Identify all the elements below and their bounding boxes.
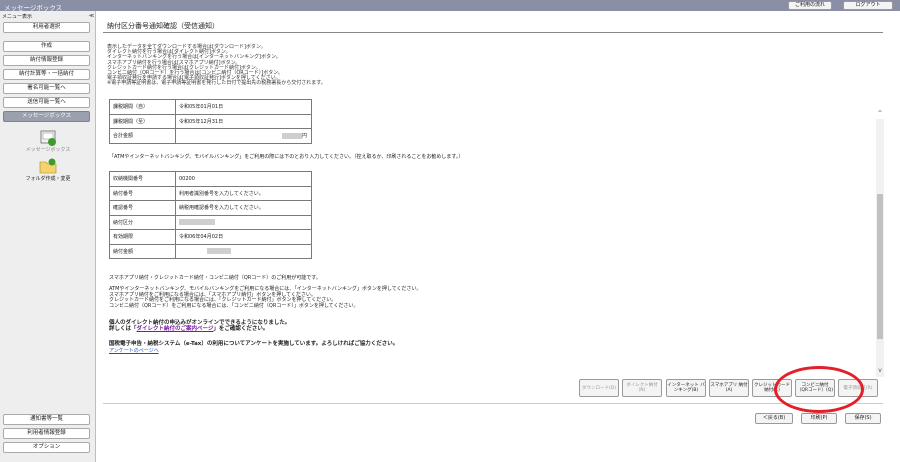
notice-text: 」をご確認ください。: [213, 326, 269, 332]
table-cell-value: 令和06年04月02日: [175, 229, 312, 245]
tax-period-table: 課税期間（自） 令和05年01月01日 課税期間（至） 令和05年12月31日 …: [109, 99, 312, 144]
available-methods-note: スマホアプリ納付・クレジットカード納付・コンビニ納付（QRコード）のご利用が可能…: [109, 275, 321, 281]
sidebar-item-message-box[interactable]: メッセージボックス: [3, 111, 90, 122]
divider: [103, 403, 883, 404]
sidebar-item-notice-list[interactable]: 通知書等一覧: [3, 414, 90, 425]
folder-icon-label: フォルダ作成・変更: [25, 176, 71, 182]
download-button[interactable]: ダウンロード(D): [579, 379, 619, 397]
internet-banking-button[interactable]: インターネット バンキング(B): [666, 379, 706, 397]
table-cell-label: 有効期限: [109, 229, 176, 245]
table-row: 納付金額: [109, 243, 312, 259]
masked-value: [207, 248, 231, 254]
table-cell-value: 令和05年01月01日: [175, 99, 312, 115]
table-row: 合計金額 円: [109, 128, 312, 144]
usage-guide-button[interactable]: ご利用の流れ: [788, 1, 832, 10]
instructions: 表示したデータを全てダウンロードする場合は[ダウンロード]ボタン。 ダイレクト納…: [107, 44, 326, 87]
sidebar-item-user-info[interactable]: 利用者情報登録: [3, 428, 90, 439]
top-bar: メッセージボックス ご利用の流れ ログアウト: [0, 0, 900, 12]
atm-note: 「ATMやインターネットバンキング、モバイルバンキング」をご利用の際には下のとお…: [109, 154, 464, 160]
print-button[interactable]: 印刷(P): [801, 413, 837, 424]
e-receipt-button[interactable]: 電子領収証(R): [838, 379, 878, 397]
table-row: 課税期間（自） 令和05年01月01日: [109, 99, 312, 115]
page-title: 納付区分番号通知確認（受信通知）: [107, 22, 219, 30]
masked-value: [179, 219, 215, 225]
table-cell-label: 課税期間（至）: [109, 113, 176, 129]
table-cell-label: 収納機関番号: [109, 171, 176, 187]
table-cell-value: 00200: [175, 171, 312, 187]
convenience-store-payment-button[interactable]: コンビニ納付 （QRコード）(Q): [795, 379, 835, 397]
sidebar-item-sendable-list[interactable]: 送信可能一覧へ: [3, 97, 90, 108]
table-row: 納付番号 利用者識別番号を入力してください。: [109, 185, 312, 201]
table-cell-label: 確認番号: [109, 200, 176, 216]
table-cell-label: 納付区分: [109, 214, 176, 230]
logout-button[interactable]: ログアウト: [843, 1, 893, 10]
table-cell-label: 合計金額: [109, 128, 176, 144]
table-row: 収納機関番号 00200: [109, 171, 312, 187]
vertical-scrollbar[interactable]: ^ v: [876, 110, 884, 377]
menu-label: メニュー表示: [2, 14, 33, 20]
total-amount-cell: 円: [175, 128, 312, 144]
sidebar-item-payment-registration[interactable]: 納付情報登録: [3, 55, 90, 66]
table-cell-label: 課税期間（自）: [109, 99, 176, 115]
scroll-up-icon[interactable]: ^: [876, 110, 884, 117]
folder-icon[interactable]: [38, 156, 58, 176]
table-row: 納付区分: [109, 214, 312, 230]
message-box-icon-label: メッセージボックス: [25, 147, 71, 153]
payment-category-cell: [175, 214, 312, 230]
sidebar-item-user-select[interactable]: 利用者選択: [3, 22, 90, 33]
scroll-thumb[interactable]: [877, 194, 883, 339]
table-cell-value: 令和05年12月31日: [175, 113, 312, 129]
credit-card-payment-button[interactable]: クレジットカード 納付(C): [752, 379, 792, 397]
instruction-line: ※電子申請等証明書は、電子申請等証明書を発行した日付で提出先の税務署長から交付さ…: [107, 80, 326, 87]
scroll-down-icon[interactable]: v: [876, 367, 884, 374]
table-row: 有効期限 令和06年04月02日: [109, 229, 312, 245]
table-cell-value: 納税用確認番号を入力してください。: [175, 200, 312, 216]
method-instruction-line: コンビニ納付（QRコード）をご利用になる場合には、「コンビニ納付（QRコード）」…: [109, 302, 359, 309]
menu-collapse-icon[interactable]: ≪: [89, 13, 94, 19]
notice-line: 詳しくは「ダイレクト納付のご案内ページ」をご確認ください。: [109, 326, 290, 332]
table-cell-label: 納付番号: [109, 185, 176, 201]
message-box-icon[interactable]: [38, 127, 58, 147]
save-button[interactable]: 保存(S): [845, 413, 881, 424]
title-divider: [103, 32, 883, 33]
notice-text: 詳しくは「: [109, 326, 137, 332]
direct-payment-button[interactable]: ダイレクト納付(N): [622, 379, 662, 397]
sidebar-item-create[interactable]: 作成: [3, 41, 90, 52]
masked-value: [281, 132, 302, 139]
payment-info-table: 収納機関番号 00200 納付番号 利用者識別番号を入力してください。 確認番号…: [109, 171, 312, 259]
payment-amount-cell: [175, 243, 312, 259]
method-instructions: ATMやインターネットバンキング、モバイルバンキングをご利用になる場合には、「イ…: [109, 286, 422, 309]
sidebar-item-signable-list[interactable]: 署名可能一覧へ: [3, 83, 90, 94]
sidebar-item-options[interactable]: オプション: [3, 442, 90, 453]
table-cell-value: 利用者識別番号を入力してください。: [175, 185, 312, 201]
table-cell-label: 納付金額: [109, 243, 176, 259]
table-row: 確認番号 納税用確認番号を入力してください。: [109, 200, 312, 216]
sidebar-item-bulk-payment[interactable]: 納付計算等・一括納付: [3, 69, 90, 80]
table-row: 課税期間（至） 令和05年12月31日: [109, 113, 312, 129]
direct-payment-guide-link[interactable]: ダイレクト納付のご案内ページ: [137, 326, 214, 332]
smartphone-app-payment-button[interactable]: スマホアプリ 納付(A): [709, 379, 749, 397]
survey-link[interactable]: アンケートのページへ: [109, 347, 159, 354]
direct-payment-notice: 個人のダイレクト納付の申込みがオンラインでできるようになりました。 詳しくは「ダ…: [109, 320, 290, 332]
main-content: 納付区分番号通知確認（受信通知） 表示したデータを全てダウンロードする場合は[ダ…: [97, 11, 900, 462]
survey-notice: 国税電子申告・納税システム（e-Tax）の利用についてアンケートを実施しています…: [109, 341, 399, 347]
yen-unit: 円: [301, 133, 307, 140]
back-button[interactable]: ＜戻る(B): [755, 413, 793, 424]
sidebar: メニュー表示 ≪ 利用者選択 作成 納付情報登録 納付計算等・一括納付 署名可能…: [0, 11, 96, 462]
